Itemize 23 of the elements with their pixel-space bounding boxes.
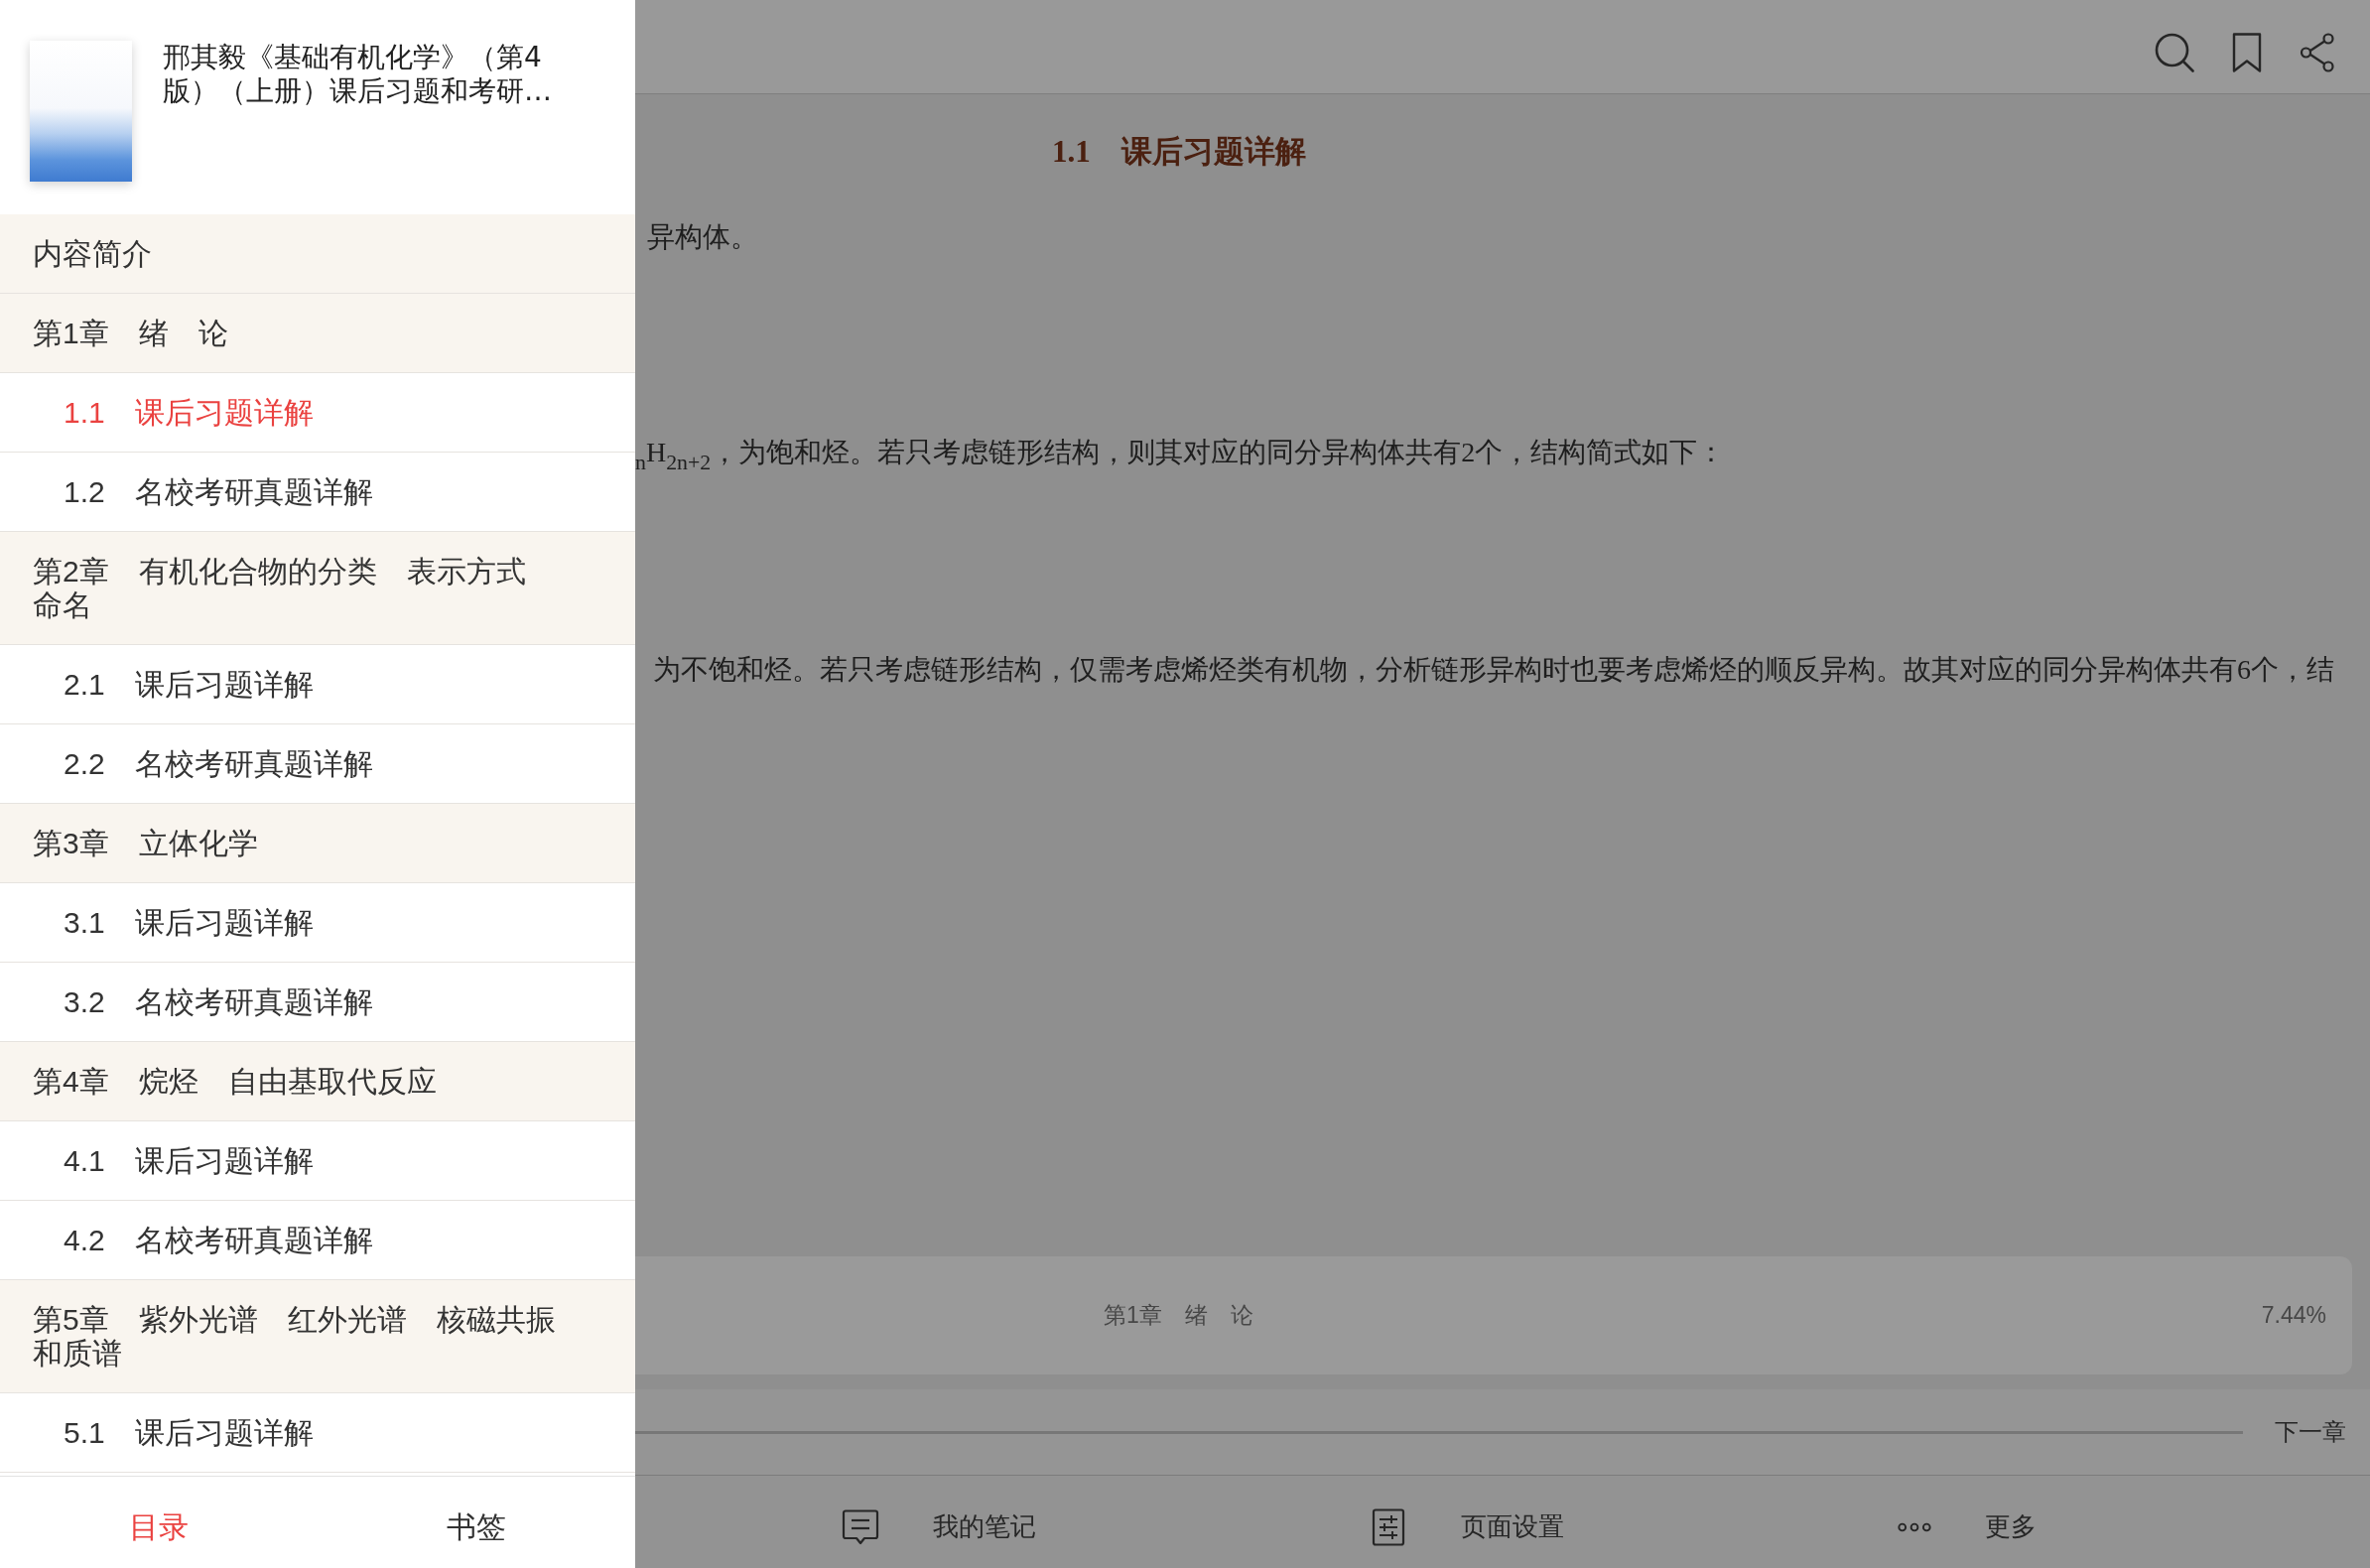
toc-chapter-item[interactable]: 第3章 立体化学 <box>0 804 635 883</box>
body-text: 异构体。 <box>647 220 758 254</box>
book-title: 邢其毅《基础有机化学》（第4版）（上册）课后习题和考研… <box>163 41 553 108</box>
body-text: 为不饱和烃。若只考虑链形结构，仅需考虑烯烃类有机物，分析链形异构时也要考虑烯烃的顺反异构。故其对应的同分异构体共有6个，结 <box>653 653 2334 687</box>
notes-button[interactable]: 我的笔记 <box>842 1507 1036 1546</box>
comment-icon <box>842 1507 879 1546</box>
more-button[interactable]: 更多 <box>1898 1509 2037 1544</box>
section-heading: 1.1 课后习题详解 <box>1052 133 1306 171</box>
page-settings-button[interactable]: 页面设置 <box>1370 1507 1564 1546</box>
share-icon[interactable] <box>2300 33 2335 72</box>
bookmark-icon[interactable] <box>2232 33 2262 72</box>
sliders-icon <box>1370 1507 1407 1546</box>
search-icon[interactable] <box>2155 33 2194 72</box>
ellipsis-icon <box>1898 1521 1931 1532</box>
toc-chapter-item[interactable]: 第1章 绪 论 <box>0 294 635 373</box>
next-chapter-button[interactable]: 下一章 <box>2275 1416 2346 1448</box>
chapter-label: 第1章 绪 论 <box>1104 1301 1253 1330</box>
toc-chapter-item[interactable]: 内容简介 <box>0 214 635 294</box>
toc-chapter-item[interactable]: 第2章 有机化合物的分类 表示方式命名 <box>0 532 635 645</box>
progress-percent: 7.44% <box>2261 1302 2326 1329</box>
toc-chapter-item[interactable]: 第4章 烷烃 自由基取代反应 <box>0 1042 635 1121</box>
body-text: $_{n}$H$_{2n+2}$，为饱和烃。若只考虑链形结构，则其对应的同分异构体共有2个，结构简式如下： <box>635 436 1726 472</box>
toc-chapter-item[interactable]: 第5章 紫外光谱 红外光谱 核磁共振和质谱 <box>0 1280 635 1393</box>
